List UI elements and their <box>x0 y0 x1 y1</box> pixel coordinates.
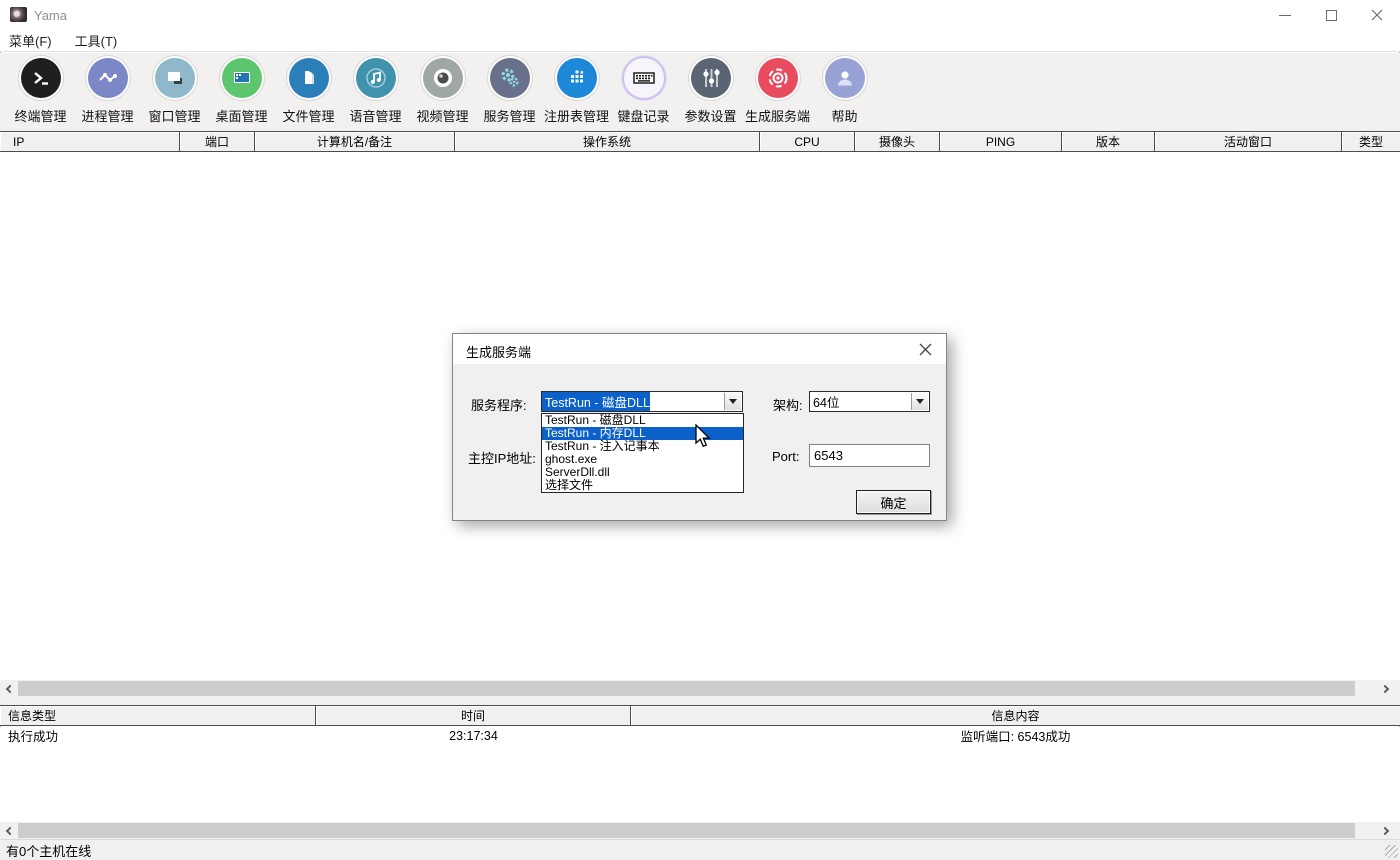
toolbar-button-process[interactable]: 进程管理 <box>74 53 141 131</box>
sliders-icon <box>699 66 723 90</box>
column-header-os[interactable]: 操作系统 <box>455 132 760 151</box>
toolbar: 终端管理 进程管理 窗口管理 桌面管理 文件管理 语音管理 视频管理 服务管理 <box>0 53 1400 131</box>
dialog-close-button[interactable] <box>910 338 940 360</box>
scroll-thumb[interactable] <box>18 823 1355 838</box>
close-button[interactable] <box>1354 0 1400 30</box>
status-bar: 有0个主机在线 <box>0 839 1400 860</box>
dropdown-button[interactable] <box>724 393 741 410</box>
dropdown-option[interactable]: 选择文件 <box>542 479 743 492</box>
toolbar-button-registry[interactable]: 注册表管理 <box>543 53 610 131</box>
menu-bar: 菜单(F) 工具(T) <box>0 30 1400 52</box>
hosts-table-header: IP 端口 计算机名/备注 操作系统 CPU 摄像头 PING 版本 活动窗口 … <box>0 131 1400 152</box>
dropdown-button[interactable] <box>911 393 928 410</box>
title-bar: Yama <box>0 0 1400 30</box>
toolbar-button-desktop[interactable]: 桌面管理 <box>208 53 275 131</box>
windows-icon <box>164 67 186 89</box>
service-program-value: TestRun - 磁盘DLL <box>542 392 650 411</box>
scroll-left-button[interactable] <box>0 822 17 839</box>
log-list-area: 执行成功 23:17:34 监听端口: 6543成功 <box>0 727 1400 822</box>
column-header-ping[interactable]: PING <box>940 132 1062 151</box>
log-row[interactable]: 执行成功 23:17:34 监听端口: 6543成功 <box>0 727 1400 744</box>
activity-icon <box>97 67 119 89</box>
log-table-header: 信息类型 时间 信息内容 <box>0 705 1400 726</box>
desktop-icon <box>231 67 253 89</box>
toolbar-button-audio[interactable]: 语音管理 <box>342 53 409 131</box>
toolbar-button-keylogger[interactable]: 键盘记录 <box>610 53 677 131</box>
chevron-right-icon <box>1381 684 1389 692</box>
toolbar-button-settings[interactable]: 参数设置 <box>677 53 744 131</box>
window-title: Yama <box>34 8 67 23</box>
arch-label: 架构: <box>773 395 803 414</box>
chevron-left-icon <box>6 826 14 834</box>
chevron-left-icon <box>6 684 14 692</box>
scroll-right-button[interactable] <box>1378 822 1395 839</box>
ok-button[interactable]: 确定 <box>856 490 931 514</box>
log-message-content: 监听端口: 6543成功 <box>631 726 1400 745</box>
toolbar-button-video[interactable]: 视频管理 <box>409 53 476 131</box>
menu-item-menu[interactable]: 菜单(F) <box>9 31 52 50</box>
online-hosts-status: 有0个主机在线 <box>6 841 91 860</box>
column-header-ip[interactable]: IP <box>0 132 180 151</box>
maximize-button[interactable] <box>1308 0 1354 30</box>
port-input[interactable] <box>809 444 930 467</box>
column-header-computer-name[interactable]: 计算机名/备注 <box>255 132 455 151</box>
column-header-message-type[interactable]: 信息类型 <box>0 706 316 725</box>
close-icon <box>1371 9 1383 21</box>
column-header-camera[interactable]: 摄像头 <box>855 132 940 151</box>
music-icon <box>364 66 388 90</box>
dialog-title-bar: 生成服务端 <box>453 334 946 364</box>
toolbar-button-help[interactable]: 帮助 <box>811 53 878 131</box>
service-program-combobox[interactable]: TestRun - 磁盘DLL <box>541 391 743 412</box>
column-header-active-window[interactable]: 活动窗口 <box>1155 132 1342 151</box>
close-icon <box>919 343 932 356</box>
mouse-cursor-icon <box>694 424 714 450</box>
person-icon <box>833 66 857 90</box>
terminal-icon <box>30 67 52 89</box>
hosts-hscrollbar[interactable] <box>0 680 1400 697</box>
chevron-down-icon <box>729 399 737 404</box>
resize-grip-icon[interactable] <box>1385 845 1398 858</box>
menu-item-tools[interactable]: 工具(T) <box>75 31 118 50</box>
column-header-port[interactable]: 端口 <box>180 132 255 151</box>
chevron-down-icon <box>916 399 924 404</box>
chevron-right-icon <box>1381 826 1389 834</box>
master-ip-label: 主控IP地址: <box>468 448 536 467</box>
log-hscrollbar[interactable] <box>0 822 1400 839</box>
maximize-icon <box>1326 10 1337 21</box>
registry-icon <box>566 67 588 89</box>
minimize-icon <box>1279 15 1291 16</box>
scroll-left-button[interactable] <box>0 680 17 697</box>
gears-icon <box>498 66 522 90</box>
arch-value: 64位 <box>810 392 839 411</box>
splitter[interactable] <box>0 697 1400 705</box>
column-header-cpu[interactable]: CPU <box>760 132 855 151</box>
keyboard-icon <box>631 65 657 91</box>
dialog-title: 生成服务端 <box>466 342 531 361</box>
column-header-version[interactable]: 版本 <box>1062 132 1155 151</box>
toolbar-button-terminal[interactable]: 终端管理 <box>7 53 74 131</box>
column-header-type[interactable]: 类型 <box>1342 132 1400 151</box>
log-message-type: 执行成功 <box>0 726 316 745</box>
port-label: Port: <box>772 449 799 464</box>
camera-icon <box>431 66 455 90</box>
scroll-thumb[interactable] <box>18 681 1355 696</box>
target-icon <box>766 66 790 90</box>
arch-combobox[interactable]: 64位 <box>809 391 930 412</box>
file-icon <box>298 67 320 89</box>
log-time: 23:17:34 <box>316 729 631 743</box>
scroll-right-button[interactable] <box>1378 680 1395 697</box>
toolbar-button-window[interactable]: 窗口管理 <box>141 53 208 131</box>
column-header-message-content[interactable]: 信息内容 <box>631 706 1400 725</box>
app-icon <box>10 7 27 22</box>
column-header-time[interactable]: 时间 <box>316 706 631 725</box>
toolbar-button-build-server[interactable]: 生成服务端 <box>744 53 811 131</box>
toolbar-button-file[interactable]: 文件管理 <box>275 53 342 131</box>
minimize-button[interactable] <box>1262 0 1308 30</box>
toolbar-button-service[interactable]: 服务管理 <box>476 53 543 131</box>
service-program-label: 服务程序: <box>471 395 527 414</box>
